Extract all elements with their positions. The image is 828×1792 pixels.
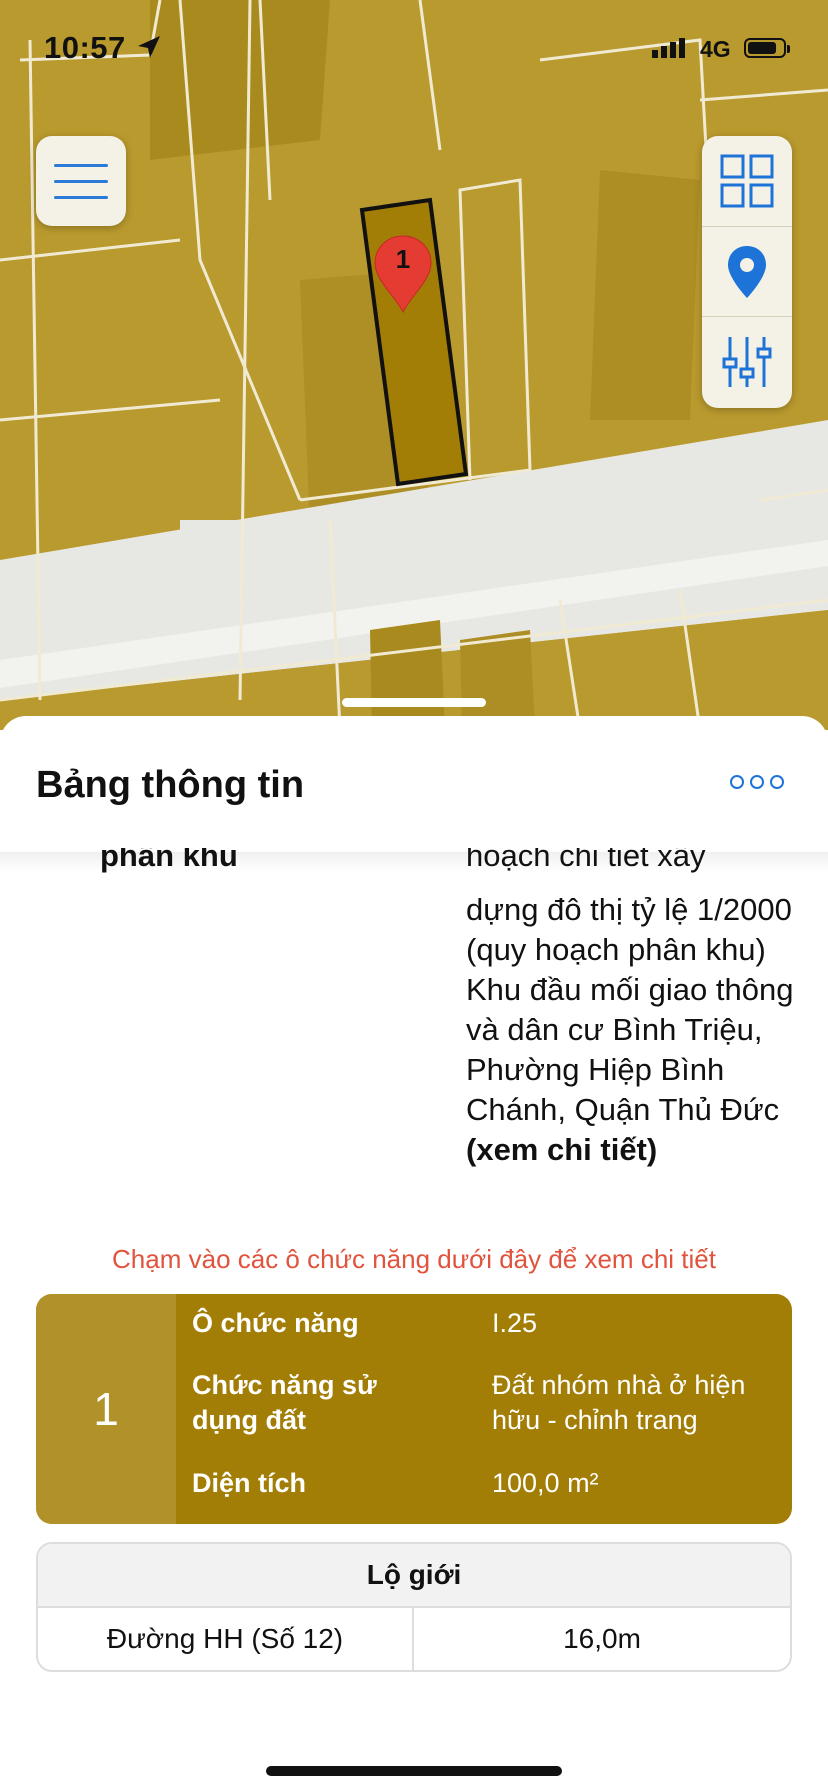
lot-key-function-cell: Ô chức năng [192, 1308, 359, 1338]
lot-key-land-use: Chức năng sử dụng đất [192, 1370, 377, 1435]
sheet-grabber[interactable] [342, 698, 486, 707]
menu-icon [54, 164, 108, 167]
field-label-partial: phân khu [100, 848, 238, 873]
plan-description-text: dựng đô thị tỷ lệ 1/2000 (quy hoạch phân… [466, 892, 794, 1127]
lot-value-area: 100,0 m² [492, 1468, 599, 1498]
sliders-icon [722, 337, 772, 387]
plan-description: dựng đô thị tỷ lệ 1/2000 (quy hoạch phân… [466, 890, 796, 1170]
layers-button[interactable] [702, 136, 792, 226]
signal-icon [652, 38, 685, 58]
lot-value-function-cell: I.25 [492, 1308, 538, 1338]
hint-text: Chạm vào các ô chức năng dưới đây để xem… [112, 1244, 716, 1274]
road-width-header: Lộ giới [38, 1544, 790, 1608]
location-pin-icon [728, 246, 766, 298]
status-bar: 10:57 4G [0, 0, 828, 100]
battery-icon [744, 38, 790, 58]
ellipsis-icon [730, 775, 744, 789]
locate-button[interactable] [702, 226, 792, 317]
more-button[interactable] [730, 772, 786, 798]
map-pin-label: 1 [395, 244, 411, 274]
filter-button[interactable] [702, 316, 792, 407]
map-tools [702, 136, 792, 408]
lot-key-area: Diện tích [192, 1468, 307, 1498]
road-width-table: Lộ giới Đường HH (Số 12) 16,0m [36, 1542, 792, 1672]
network-label: 4G [700, 36, 731, 62]
view-detail-link[interactable]: (xem chi tiết) [466, 1132, 657, 1167]
lot-index: 1 [36, 1294, 176, 1524]
field-value-partial: hoạch chi tiết xây [466, 848, 706, 873]
lot-value-land-use: Đất nhóm nhà ở hiện hữu - chỉnh trang [492, 1370, 746, 1435]
status-time: 10:57 [44, 30, 126, 65]
grid-icon [720, 154, 774, 208]
menu-button[interactable] [36, 136, 126, 226]
lot-card[interactable]: 1 Ô chức năng I.25 Chức năng sử dụng đất… [36, 1294, 792, 1524]
home-indicator[interactable] [266, 1766, 562, 1776]
sheet-title: Bảng thông tin [36, 764, 305, 806]
location-arrow-icon [138, 36, 160, 58]
road-width-cell: 16,0m [563, 1623, 641, 1654]
road-name-cell: Đường HH (Số 12) [38, 1608, 414, 1670]
